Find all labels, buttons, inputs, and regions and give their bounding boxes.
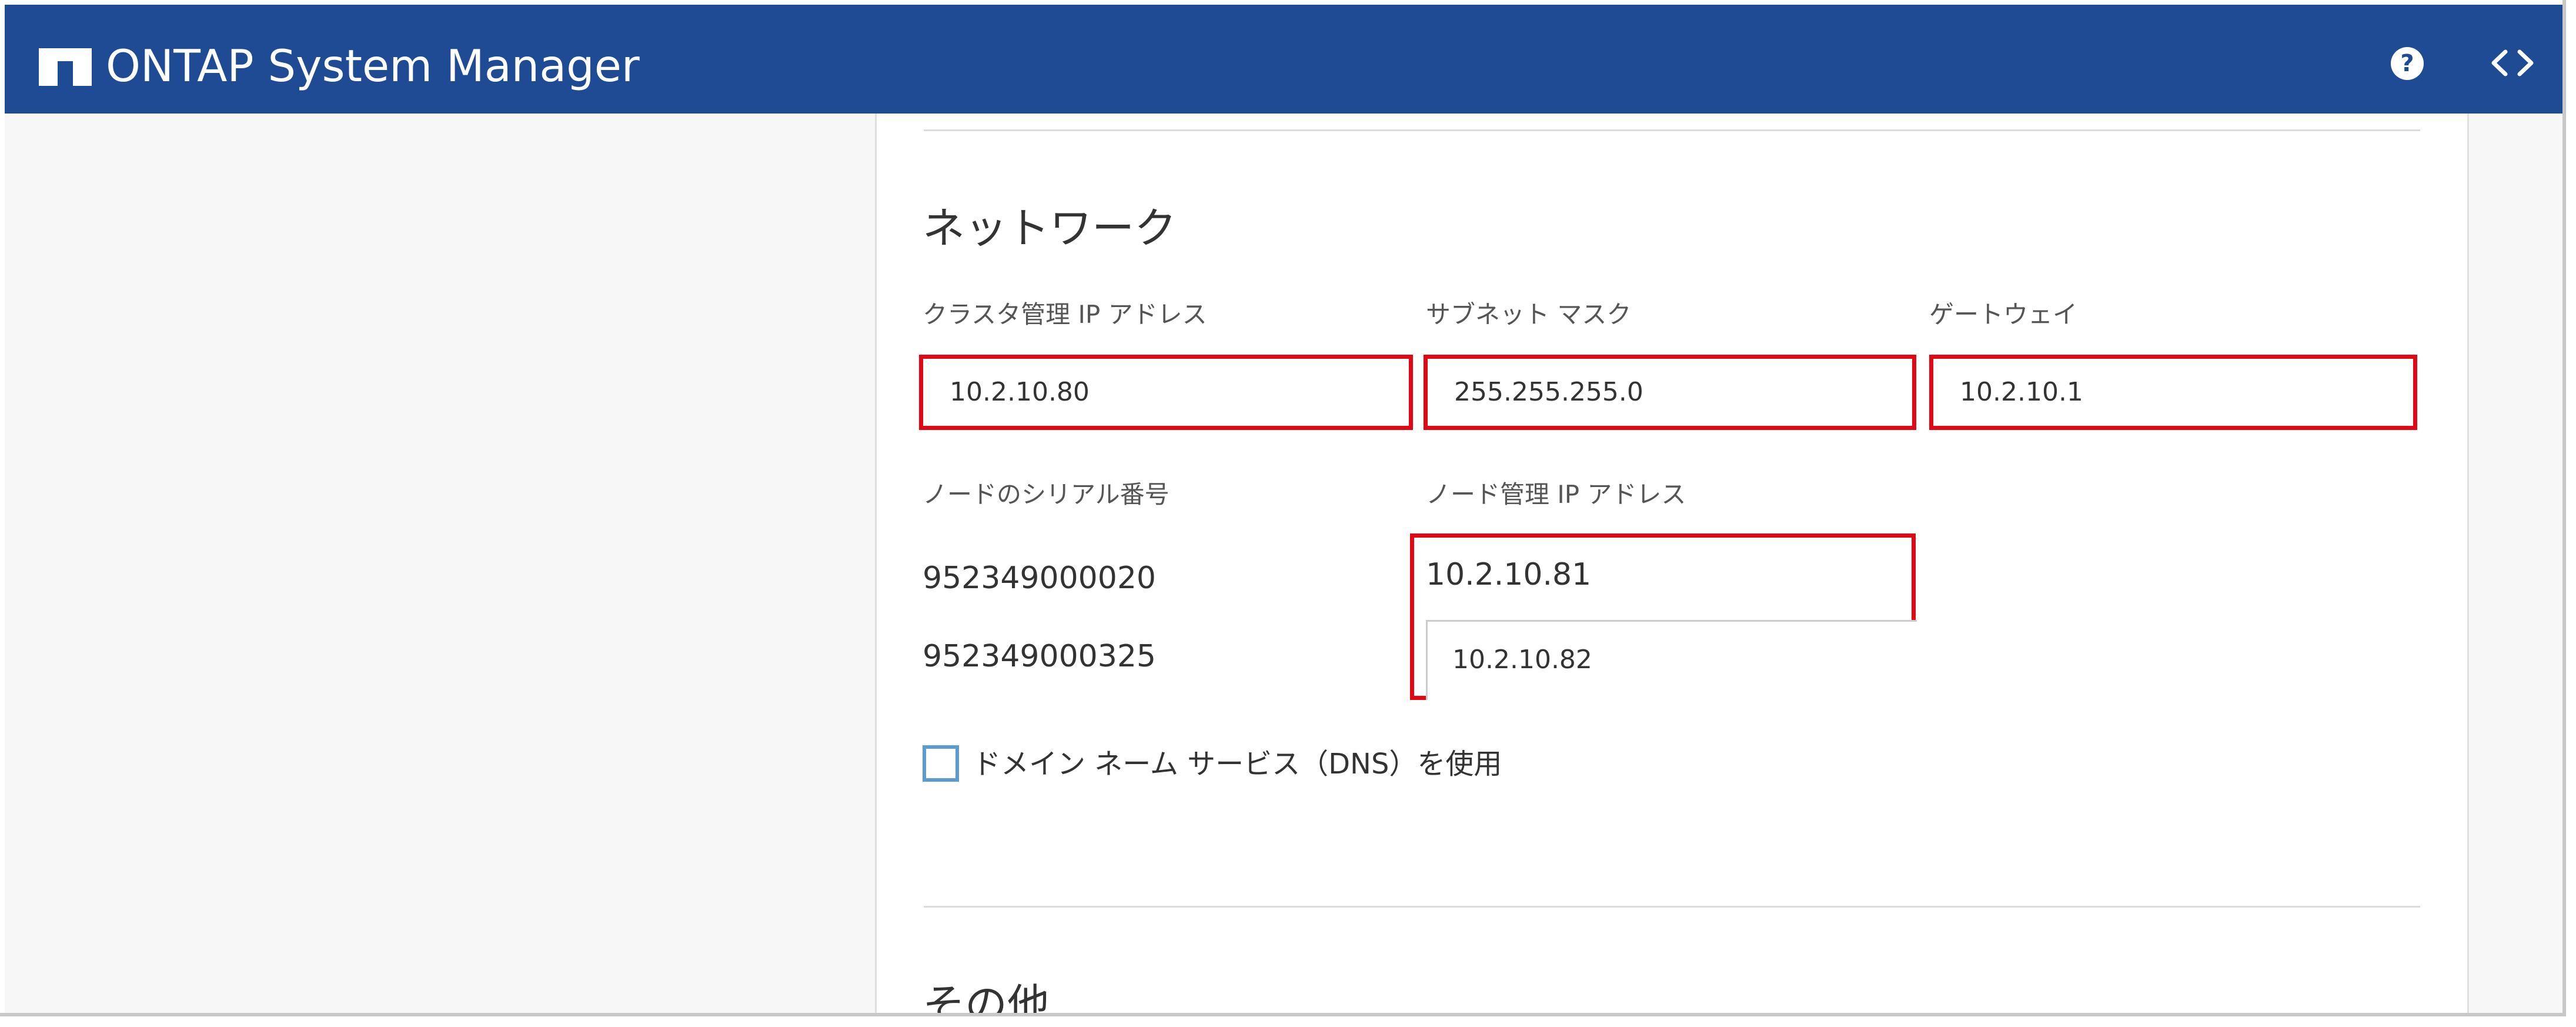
section-divider-2 [924,906,2420,908]
app-window: ONTAP System Manager ? ネットワーク クラスタ管理 IP … [0,0,2566,1016]
dns-checkbox-label[interactable]: ドメイン ネーム サービス（DNS）を使用 [973,745,1502,783]
top-header: ONTAP System Manager ? [5,5,2562,114]
subnet-mask-label: サブネット マスク [1426,300,1632,329]
node-serial-label: ノードのシリアル番号 [923,480,1170,509]
cluster-ip-input[interactable]: 10.2.10.80 [919,355,1413,430]
app-title: ONTAP System Manager [106,40,640,92]
node-ip-label: ノード管理 IP アドレス [1426,480,1686,509]
right-panel [2467,114,2562,1013]
dns-checkbox[interactable] [923,745,959,782]
cluster-ip-label: クラスタ管理 IP アドレス [923,300,1207,329]
other-section-title: その他 [923,980,1050,1013]
gateway-label: ゲートウェイ [1929,300,2078,329]
code-toggle-icon[interactable] [2489,44,2536,82]
section-divider [924,129,2420,131]
node-ip-group: 10.2.10.81 10.2.10.82 [1410,533,1917,700]
node-ip-input-2[interactable]: 10.2.10.82 [1426,620,1917,700]
help-icon[interactable]: ? [2391,47,2424,80]
network-section-title: ネットワーク [923,204,1177,253]
subnet-mask-input[interactable]: 255.255.255.0 [1424,355,1916,430]
netapp-logo-icon [39,48,92,86]
node-serial-2: 952349000325 [923,639,1157,674]
gateway-input[interactable]: 10.2.10.1 [1929,355,2417,430]
setup-form: ネットワーク クラスタ管理 IP アドレス サブネット マスク ゲートウェイ 1… [877,114,2467,1013]
node-serial-1: 952349000020 [923,561,1157,596]
left-panel [5,114,877,1013]
node-ip-input-1[interactable]: 10.2.10.81 [1426,554,1591,595]
